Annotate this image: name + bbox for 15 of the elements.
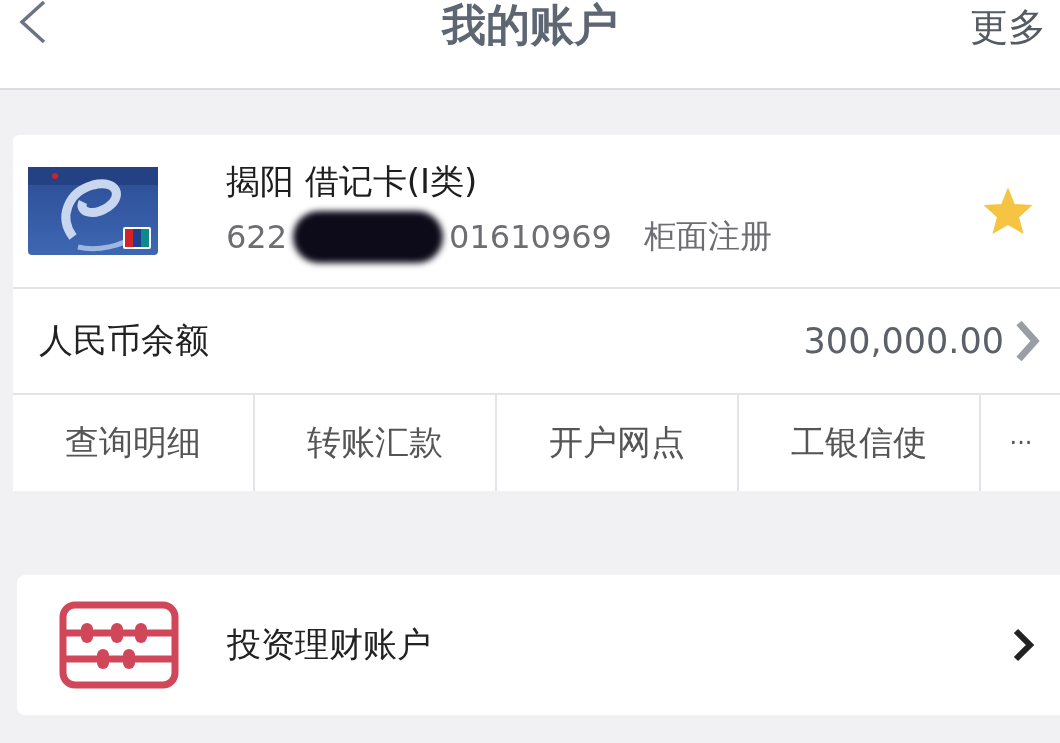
star-icon[interactable] bbox=[984, 188, 1032, 234]
chevron-icon bbox=[1014, 319, 1040, 363]
back-icon[interactable] bbox=[18, 0, 48, 44]
card-number-end: 01610969 bbox=[449, 218, 612, 256]
action-button[interactable]: 查询明细 bbox=[13, 395, 255, 491]
investment-row[interactable]: 投资理财账户 bbox=[17, 575, 1060, 715]
abacus-icon bbox=[59, 601, 179, 689]
balance-amount: 300,000.00 bbox=[803, 321, 1004, 361]
investment-label: 投资理财账户 bbox=[227, 623, 431, 666]
more-button[interactable]: 更多 bbox=[970, 2, 1046, 53]
account-name: 揭阳 借记卡(I类) bbox=[226, 160, 479, 203]
card-number-start: 622 bbox=[226, 218, 288, 256]
page-title: 我的账户 bbox=[442, 0, 618, 50]
balance-label: 人民币余额 bbox=[39, 319, 209, 362]
registration-label: 柜面注册 bbox=[643, 216, 772, 257]
